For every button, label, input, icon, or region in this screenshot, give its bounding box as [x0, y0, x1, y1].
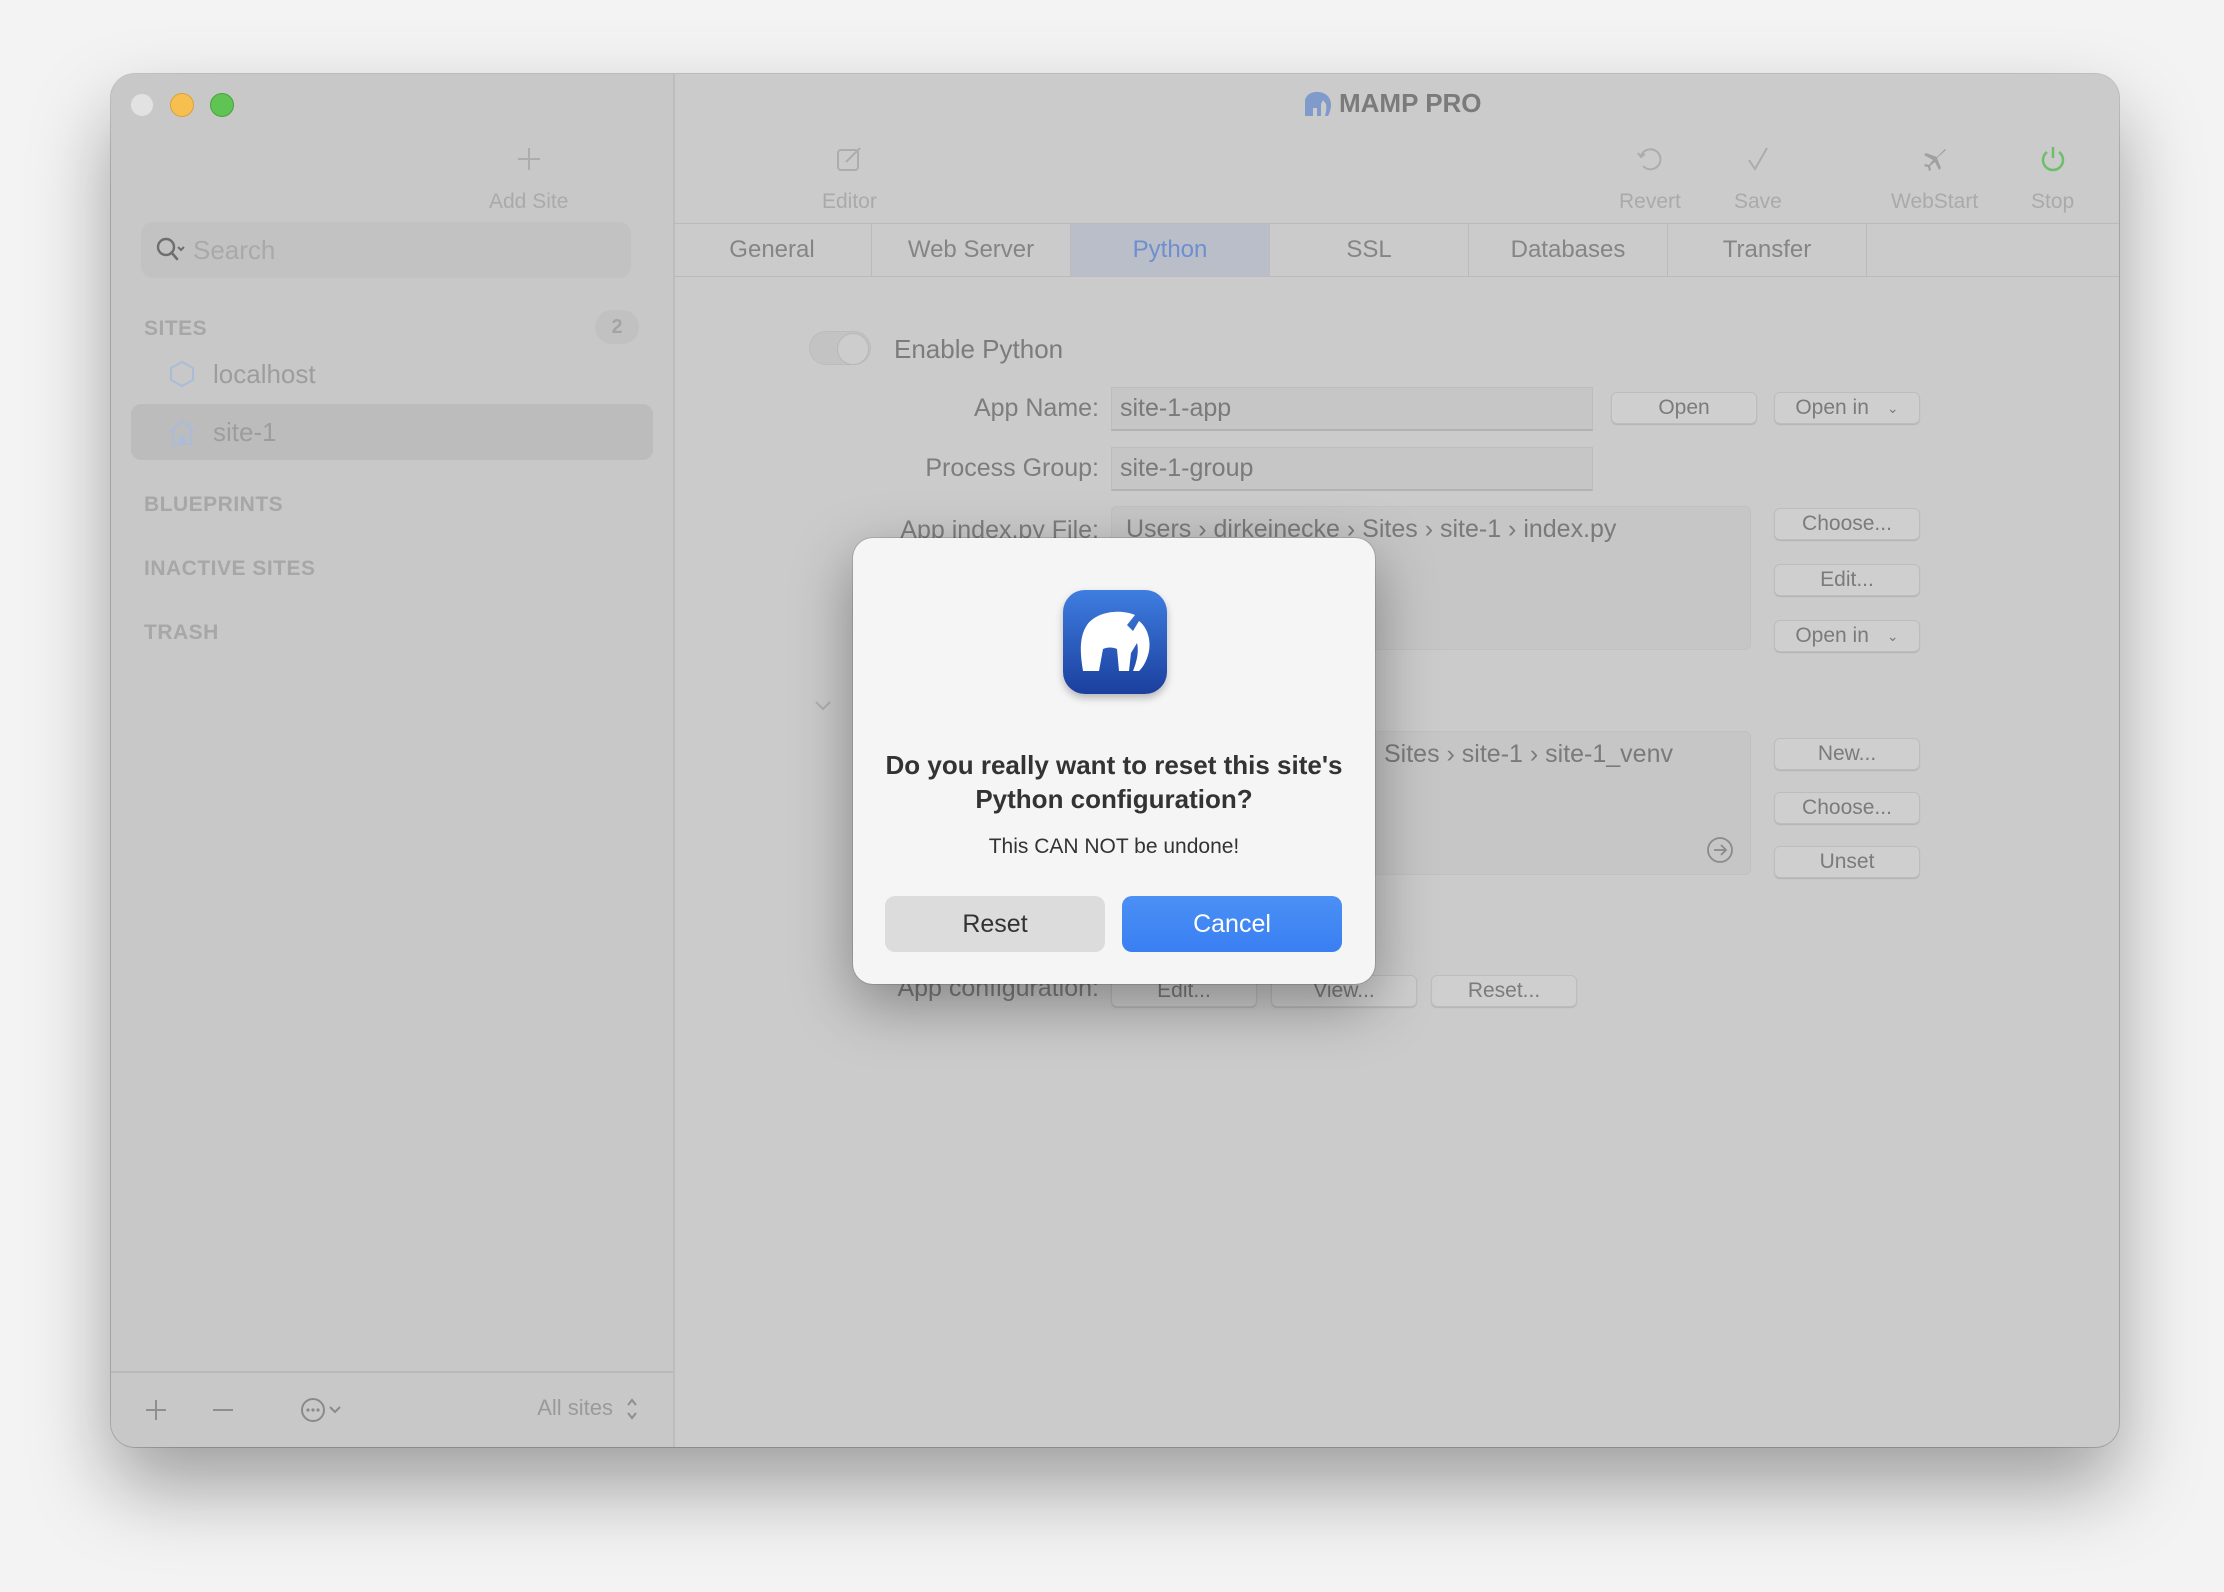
hexagon-icon	[170, 360, 194, 388]
dialog-message: This CAN NOT be undone!	[988, 835, 1240, 858]
mamp-elephant-icon	[1305, 91, 1331, 116]
tab-databases[interactable]: Databases	[1469, 224, 1668, 276]
remove-site-footer-button[interactable]	[208, 1393, 238, 1427]
tab-transfer[interactable]: Transfer	[1668, 224, 1867, 276]
chevron-down-icon	[329, 1406, 341, 1414]
new-venv-button[interactable]: New...	[1774, 738, 1920, 770]
sites-count-badge: 2	[595, 310, 639, 344]
venv-path-text: Sites › site-1 › site-1_venv	[1384, 740, 1673, 768]
maximize-window-button[interactable]	[210, 93, 234, 117]
reset-config-button[interactable]: Reset...	[1431, 975, 1577, 1007]
app-name-field[interactable]: site-1-app	[1111, 387, 1593, 431]
choose-venv-button[interactable]: Choose...	[1774, 792, 1920, 824]
reveal-arrow-icon[interactable]	[1706, 836, 1734, 864]
revert-icon	[1637, 148, 1662, 171]
enable-python-label: Enable Python	[894, 334, 1064, 364]
edit-index-file-button[interactable]: Edit...	[1774, 564, 1920, 596]
checkmark-icon	[1748, 147, 1768, 171]
section-trash-header[interactable]: TRASH	[144, 621, 219, 645]
search-icon	[156, 237, 185, 261]
enable-python-toggle[interactable]	[809, 331, 871, 365]
editor-label: Editor	[822, 190, 877, 213]
revert-label: Revert	[1619, 190, 1681, 213]
more-actions-menu-button[interactable]	[293, 1393, 349, 1427]
choose-index-file-button[interactable]: Choose...	[1774, 508, 1920, 540]
reset-confirmation-dialog: Do you really want to reset this site's …	[853, 538, 1375, 984]
chevron-down-icon: ⌄	[1886, 399, 1899, 416]
tab-ssl[interactable]: SSL	[1270, 224, 1469, 276]
close-window-button[interactable]	[130, 93, 154, 117]
editor-button[interactable]: Editor	[822, 140, 877, 214]
app-name-label: App Name:	[973, 394, 1099, 422]
plus-icon	[517, 148, 540, 170]
chevron-down-icon: ⌄	[1886, 627, 1899, 644]
mamp-app-icon	[1063, 590, 1167, 694]
sidebar-footer: All sites	[111, 1371, 673, 1447]
add-site-label: Add Site	[489, 190, 569, 213]
process-group-field[interactable]: site-1-group	[1111, 447, 1593, 491]
add-site-footer-button[interactable]	[141, 1393, 171, 1427]
window-title: MAMP PRO	[1301, 88, 1482, 119]
webstart-label: WebStart	[1891, 190, 1979, 213]
unset-venv-button[interactable]: Unset	[1774, 846, 1920, 878]
add-site-button[interactable]: Add Site	[489, 140, 568, 214]
tab-python[interactable]: Python	[1071, 224, 1270, 276]
airplane-icon	[1923, 149, 1946, 171]
edit-icon	[837, 147, 862, 171]
webstart-button[interactable]: WebStart	[1891, 140, 1978, 214]
save-button[interactable]: Save	[1734, 140, 1782, 214]
stop-servers-button[interactable]: Stop	[2031, 140, 2074, 214]
minimize-window-button[interactable]	[170, 93, 194, 117]
elephant-icon	[1080, 611, 1150, 671]
revert-button[interactable]: Revert	[1619, 140, 1681, 214]
disclosure-chevron-icon[interactable]	[814, 700, 832, 712]
site-label: site-1	[213, 416, 277, 447]
dialog-title: Do you really want to reset this site's …	[885, 750, 1343, 814]
section-sites-header: SITES	[144, 317, 208, 340]
cancel-button[interactable]: Cancel	[1122, 896, 1342, 952]
sidebar-item-localhost[interactable]: localhost	[131, 346, 653, 402]
site-filter-select[interactable]: All sites	[537, 1395, 613, 1421]
section-inactive-sites-header[interactable]: INACTIVE SITES	[144, 557, 316, 581]
site-label: localhost	[213, 358, 316, 389]
open-in-menu-button-2[interactable]: Open in ⌄	[1774, 620, 1920, 652]
open-in-menu-button[interactable]: Open in ⌄	[1774, 392, 1920, 424]
section-blueprints-header[interactable]: BLUEPRINTS	[144, 493, 283, 517]
plus-icon	[146, 1400, 166, 1420]
app-title: MAMP PRO	[1339, 88, 1482, 118]
open-in-label: Open in	[1795, 624, 1869, 647]
tab-general[interactable]: General	[673, 224, 872, 276]
ellipsis-circle-icon	[301, 1398, 325, 1422]
sidebar-item-site-1[interactable]: site-1	[131, 404, 653, 460]
house-icon	[169, 419, 195, 445]
power-icon	[2041, 147, 2064, 172]
search-field[interactable]	[141, 222, 631, 278]
save-label: Save	[1734, 190, 1782, 213]
search-input[interactable]	[191, 233, 615, 267]
updown-chevron-icon	[627, 1398, 637, 1420]
open-app-button[interactable]: Open	[1611, 392, 1757, 424]
minus-icon	[213, 1409, 233, 1411]
reset-button[interactable]: Reset	[885, 896, 1105, 952]
process-group-label: Process Group:	[925, 454, 1099, 482]
stop-label: Stop	[2031, 190, 2075, 213]
tab-bar: General Web Server Python SSL Databases …	[673, 223, 2119, 277]
sidebar: SITES 2 localhost site-1 BLUEPRINTS INAC…	[111, 74, 675, 1447]
tab-web-server[interactable]: Web Server	[872, 224, 1071, 276]
open-in-label: Open in	[1795, 396, 1869, 419]
